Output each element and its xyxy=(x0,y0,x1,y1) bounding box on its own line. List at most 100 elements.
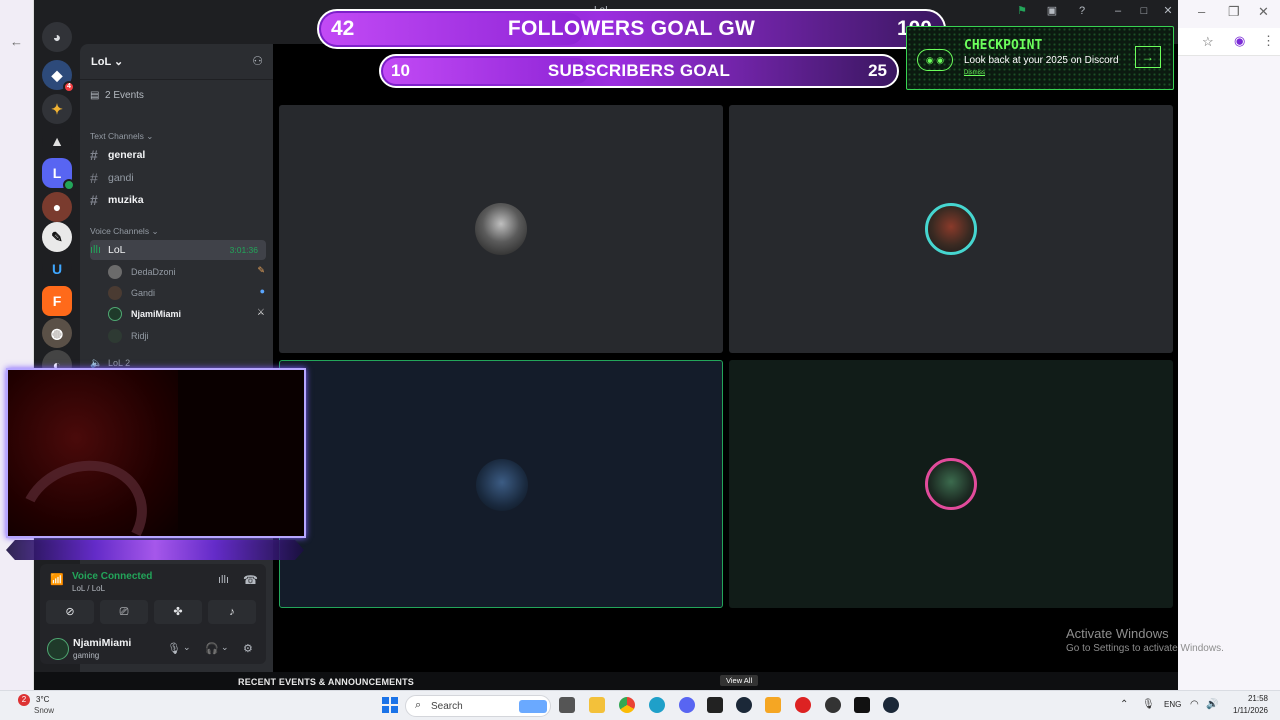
voice-user-njamimiami[interactable]: NjamiMiami xyxy=(108,305,181,323)
gear-icon[interactable]: ⚙ xyxy=(243,642,253,655)
obs-icon[interactable] xyxy=(825,697,841,713)
voice-channel-name: LoL 2 xyxy=(108,358,131,368)
category-label: Text Channels xyxy=(90,131,144,141)
user-name[interactable]: NjamiMiami xyxy=(73,637,131,649)
riot-icon[interactable] xyxy=(795,697,811,713)
webcam-frame-bar xyxy=(6,540,304,560)
voice-connected-status[interactable]: Voice Connected xyxy=(72,571,152,582)
chevron-down-icon[interactable]: ⌄ xyxy=(183,642,191,653)
steam-icon-2[interactable] xyxy=(883,697,899,713)
channel-general[interactable]: # general xyxy=(90,145,266,165)
microphone-tray-icon[interactable]: 🎙 xyxy=(1142,699,1155,710)
task-view-icon[interactable] xyxy=(559,697,575,713)
channel-gandi[interactable]: # gandi xyxy=(90,168,266,188)
chevron-up-icon[interactable]: ⌃ xyxy=(1120,699,1128,710)
hash-icon: # xyxy=(90,170,98,186)
avatar xyxy=(108,265,122,279)
chevron-down-icon[interactable]: ⌄ xyxy=(221,642,229,653)
wifi-icon[interactable]: ◠ xyxy=(1190,699,1199,710)
maximize-icon[interactable]: □ xyxy=(1136,3,1152,19)
guild-name-text: LoL xyxy=(91,56,111,68)
epic-games-icon[interactable] xyxy=(707,697,723,713)
profile-icon[interactable]: ◉ xyxy=(1234,33,1245,49)
participant-avatar xyxy=(476,459,528,511)
close-icon[interactable]: ✕ xyxy=(1160,3,1176,19)
nitro-sparkle-icon[interactable]: ✦ xyxy=(42,94,72,124)
video-tile-1[interactable] xyxy=(279,105,723,353)
chrome-icon[interactable] xyxy=(619,697,635,713)
voice-user-dedadzoni[interactable]: DedaDzoni xyxy=(108,263,176,281)
search-icon: ⌕ xyxy=(415,699,422,711)
discord-home-icon[interactable]: ◕ xyxy=(42,22,72,52)
browser-left-edge: ← xyxy=(0,0,34,690)
guild-name[interactable]: LoL ⌄ xyxy=(91,55,123,68)
server-icon-photo[interactable]: ◍ xyxy=(42,318,72,348)
clock-date[interactable]: 1/11/2026 xyxy=(1226,706,1268,715)
events-ticker: RECENT EVENTS & ANNOUNCEMENTS View All xyxy=(34,672,1178,690)
steam-icon[interactable] xyxy=(736,697,752,713)
view-all-button[interactable]: View All xyxy=(720,675,759,686)
weather-temp[interactable]: 3°C xyxy=(36,695,49,704)
disconnect-icon[interactable]: ☎ xyxy=(243,573,258,587)
server-icon-letter[interactable]: ✎ xyxy=(42,222,72,252)
activities-button[interactable]: ✤ xyxy=(154,600,202,624)
weather-icon[interactable]: 2 xyxy=(18,694,30,706)
minimize-icon[interactable]: – xyxy=(1110,3,1126,19)
flag-icon[interactable]: ⚑ xyxy=(1014,3,1030,19)
headphones-icon[interactable]: 🎧 xyxy=(205,642,219,655)
chat-bubble-icon: ● xyxy=(259,286,265,296)
video-tile-2[interactable] xyxy=(729,105,1173,353)
server-icon-1[interactable]: ◆ 4 xyxy=(42,60,75,93)
rockstar-icon[interactable] xyxy=(765,697,781,713)
server-icon-lol[interactable]: L xyxy=(42,158,75,191)
discord-icon[interactable] xyxy=(679,697,695,713)
browser-close-icon[interactable]: ✕ xyxy=(1258,4,1269,20)
browser-back-icon[interactable]: ← xyxy=(10,34,23,49)
category-text-channels[interactable]: Text Channels ⌄ xyxy=(90,131,153,142)
bookmark-star-icon[interactable]: ☆ xyxy=(1202,34,1214,50)
dismiss-link[interactable]: Dismiss xyxy=(964,70,985,76)
pencil-icon: ✎ xyxy=(257,265,265,275)
microphone-icon[interactable]: 🎙 xyxy=(167,642,181,655)
help-icon[interactable]: ? xyxy=(1074,3,1090,19)
arrow-right-icon[interactable]: → xyxy=(1135,46,1161,68)
voice-channel-lol[interactable]: ıllı LoL 3:01:36 xyxy=(90,240,266,260)
category-voice-channels[interactable]: Voice Channels ⌄ xyxy=(90,226,159,237)
channel-muzika[interactable]: # muzika xyxy=(90,190,266,210)
channel-name: gandi xyxy=(108,172,134,184)
search-placeholder: Search xyxy=(431,701,463,712)
voice-user-ridji[interactable]: Ridji xyxy=(108,327,149,345)
search-input[interactable]: ⌕ Search xyxy=(405,695,551,717)
inbox-icon[interactable]: ▣ xyxy=(1044,3,1060,19)
windows-start-icon[interactable] xyxy=(382,697,398,713)
browser-minimize-icon[interactable]: – xyxy=(1198,4,1205,19)
volume-icon[interactable]: 🔊 xyxy=(1206,699,1218,710)
language-indicator[interactable]: ENG xyxy=(1164,700,1181,709)
voice-channel-path[interactable]: LoL / LoL xyxy=(72,584,105,593)
screen-share-button[interactable]: ⎚ xyxy=(100,600,148,624)
server-icon-triangle[interactable]: ▲ xyxy=(42,126,72,156)
voice-user-gandi[interactable]: Gandi xyxy=(108,284,155,302)
server-icon-avatar[interactable]: ● xyxy=(42,192,72,222)
browser-menu-icon[interactable]: ⋮ xyxy=(1262,33,1275,49)
avatar[interactable] xyxy=(47,638,69,660)
weather-desc[interactable]: Snow xyxy=(34,706,54,715)
checkpoint-banner[interactable]: ◉ ◉ CHECKPOINT Look back at your 2025 on… xyxy=(906,26,1174,90)
edge-icon[interactable] xyxy=(649,697,665,713)
clock-time[interactable]: 21:58 xyxy=(1226,694,1268,703)
browser-restore-icon[interactable]: ❐ xyxy=(1228,4,1240,20)
noise-suppression-icon[interactable]: ıllı xyxy=(218,574,229,586)
server-icon-u[interactable]: U xyxy=(42,254,72,284)
tiktok-icon[interactable] xyxy=(854,697,870,713)
events-link[interactable]: ▤ 2 Events xyxy=(90,90,144,101)
guild-header[interactable]: LoL ⌄ ⚇ xyxy=(80,44,273,80)
video-tile-4[interactable] xyxy=(729,360,1173,608)
server-icon-f[interactable]: F xyxy=(42,286,72,316)
file-explorer-icon[interactable] xyxy=(589,697,605,713)
goal-title: FOLLOWERS GOAL GW xyxy=(507,17,756,40)
invite-people-icon[interactable]: ⚇ xyxy=(252,54,263,68)
soundboard-button[interactable]: ♪ xyxy=(208,600,256,624)
video-tile-3[interactable] xyxy=(279,360,723,608)
goal-title: SUBSCRIBERS GOAL xyxy=(547,61,731,80)
camera-off-button[interactable]: ⊘ xyxy=(46,600,94,624)
